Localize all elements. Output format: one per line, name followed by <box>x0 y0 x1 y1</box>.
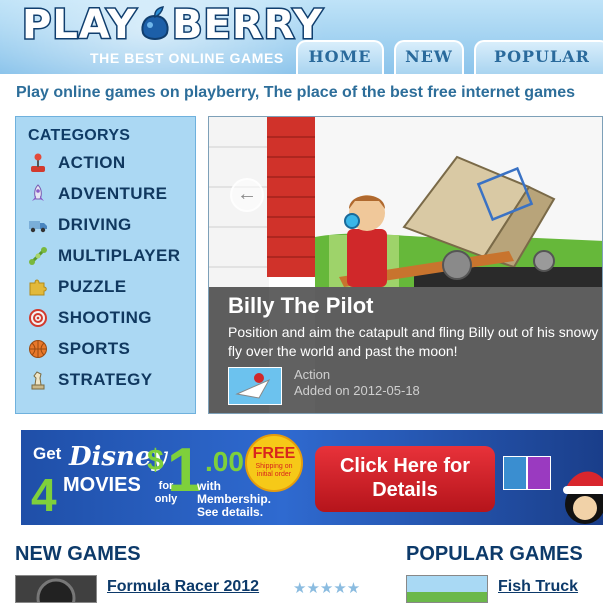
basketball-icon <box>29 340 47 358</box>
categories-title: CATEGORYS <box>28 127 131 144</box>
category-puzzle[interactable]: PUZZLE <box>28 275 188 299</box>
chess-icon <box>31 371 45 390</box>
category-label: SHOOTING <box>58 308 152 327</box>
popular-game-list-item[interactable]: Fish Truck <box>406 575 603 603</box>
ad-free-text: FREE <box>252 445 296 462</box>
featured-game-caption: Billy The Pilot Position and aim the cat… <box>209 287 602 413</box>
featured-game-slider[interactable]: ← Billy The Pilot Position and aim the c… <box>208 116 603 414</box>
category-label: STRATEGY <box>58 370 153 389</box>
dvd-cover-icon <box>527 456 551 490</box>
featured-game-thumbnail[interactable] <box>228 367 282 405</box>
crosshair-icon <box>29 309 47 327</box>
joystick-icon <box>31 153 45 172</box>
racing-tire-icon <box>16 576 96 602</box>
ad-free-shipping-text: Shipping on initial order <box>255 463 293 478</box>
playberry-logo[interactable]: PLAY BERRY THE BEST ONLINE GAMES <box>21 1 324 67</box>
category-sports[interactable]: SPORTS <box>28 337 188 361</box>
rocket-icon <box>32 184 44 201</box>
game-title-link[interactable]: Fish Truck <box>498 578 578 596</box>
ad-price-cents: .00 <box>205 446 244 477</box>
paper-plane-icon <box>229 368 281 404</box>
disney-movie-club-banner-ad[interactable]: Get Disney 4 MOVIES $ 1 .00 for only wit… <box>21 430 603 525</box>
network-icon <box>29 247 47 265</box>
ad-movies-text: MOVIES <box>63 474 141 496</box>
truck-icon <box>29 221 47 233</box>
ad-for-only: for only <box>154 480 178 505</box>
category-label: DRIVING <box>58 215 132 234</box>
tab-new[interactable]: NEW <box>394 40 464 74</box>
tab-home[interactable]: HOME <box>296 40 384 74</box>
featured-game-date: Added on 2012-05-18 <box>294 383 420 398</box>
ad-dollar-sign: $ <box>147 444 164 477</box>
tab-popular[interactable]: POPULAR <box>474 40 603 74</box>
new-game-list-item[interactable]: Formula Racer 2012 ★★★★★ <box>15 575 375 603</box>
intro-text: Play online games on playberry, The plac… <box>16 84 575 101</box>
dvd-cover-icon <box>503 456 527 490</box>
category-multiplayer[interactable]: MULTIPLAYER <box>28 244 188 268</box>
game-title-link[interactable]: Formula Racer 2012 <box>107 578 259 596</box>
logo-text-left: PLAY <box>21 1 138 50</box>
category-strategy[interactable]: STRATEGY <box>28 368 188 392</box>
ad-get-text: Get <box>33 444 62 463</box>
slider-prev-button[interactable]: ← <box>230 178 264 212</box>
logo-tagline: THE BEST ONLINE GAMES <box>90 50 284 66</box>
category-label: ACTION <box>58 153 126 172</box>
category-label: PUZZLE <box>58 277 127 296</box>
site-header: PLAY BERRY THE BEST ONLINE GAMES HOME NE… <box>0 0 603 74</box>
categories-panel: CATEGORYS ACTION ADVENTURE DRIVING MULTI… <box>15 116 196 414</box>
new-games-heading: NEW GAMES <box>15 543 141 565</box>
puzzle-piece-icon <box>29 279 47 296</box>
arrow-left-icon: ← <box>237 183 257 205</box>
mickey-santa-icon <box>563 471 603 524</box>
game-thumbnail[interactable] <box>15 575 97 603</box>
category-label: SPORTS <box>58 339 131 358</box>
category-adventure[interactable]: ADVENTURE <box>28 182 188 206</box>
featured-game-description: Position and aim the catapult and fling … <box>228 324 602 359</box>
popular-games-heading: POPULAR GAMES <box>406 543 583 565</box>
ad-click-here-button[interactable]: Click Here for Details <box>315 446 495 512</box>
ad-free-shipping-badge: FREE Shipping on initial order <box>245 434 303 492</box>
category-driving[interactable]: DRIVING <box>28 213 188 237</box>
category-label: ADVENTURE <box>58 184 168 203</box>
category-label: MULTIPLAYER <box>58 246 181 265</box>
ad-movie-count: 4 <box>31 469 57 521</box>
category-action[interactable]: ACTION <box>28 151 188 175</box>
star-rating: ★★★★★ <box>293 580 361 597</box>
game-thumbnail[interactable] <box>406 575 488 603</box>
featured-game-title[interactable]: Billy The Pilot <box>228 293 373 319</box>
fish-truck-thumbnail <box>407 576 487 602</box>
featured-game-category[interactable]: Action <box>294 367 330 382</box>
category-shooting[interactable]: SHOOTING <box>28 306 188 330</box>
berry-icon <box>141 6 169 40</box>
